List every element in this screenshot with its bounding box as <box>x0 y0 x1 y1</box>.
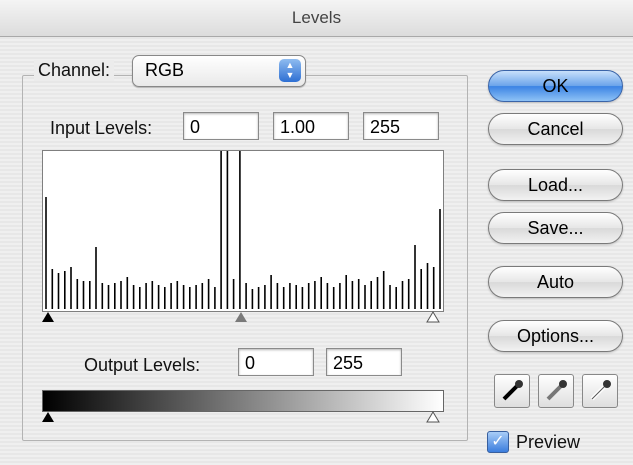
channel-select[interactable]: RGB ▲ ▼ <box>132 55 306 87</box>
input-white-field[interactable]: 255 <box>363 112 439 140</box>
input-gamma-thumb[interactable] <box>235 312 247 322</box>
input-slider[interactable] <box>42 310 442 324</box>
options-button[interactable]: Options... <box>488 320 623 352</box>
preview-checkbox[interactable]: ✓ <box>487 431 509 453</box>
input-gamma-field[interactable]: 1.00 <box>273 112 349 140</box>
window-title: Levels <box>0 0 633 37</box>
input-black-thumb[interactable] <box>42 312 54 322</box>
gray-eyedropper-button[interactable] <box>538 374 574 408</box>
save-button[interactable]: Save... <box>488 212 623 244</box>
eyedropper-gray-icon <box>546 380 567 401</box>
preview-label: Preview <box>516 432 581 452</box>
white-eyedropper-button[interactable] <box>582 374 618 408</box>
histogram <box>42 150 444 312</box>
input-white-thumb[interactable] <box>426 311 440 323</box>
histogram-graph <box>45 151 441 309</box>
output-white-field[interactable]: 255 <box>326 348 402 376</box>
output-black-field[interactable]: 0 <box>238 348 314 376</box>
input-black-field[interactable]: 0 <box>183 112 259 140</box>
levels-dialog: Levels Channel: RGB ▲ ▼ Input Levels: 0 1… <box>0 0 633 465</box>
auto-button[interactable]: Auto <box>488 266 623 298</box>
output-slider[interactable] <box>42 410 442 424</box>
select-arrows-icon: ▲ ▼ <box>279 59 301 82</box>
output-levels-label: Output Levels: <box>84 355 201 375</box>
input-levels-label: Input Levels: <box>50 118 153 138</box>
channel-value: RGB <box>145 60 185 80</box>
output-black-thumb[interactable] <box>42 412 54 422</box>
ok-button[interactable]: OK <box>488 70 623 102</box>
output-gradient-bar <box>42 390 444 412</box>
black-eyedropper-button[interactable] <box>494 374 530 408</box>
cancel-button[interactable]: Cancel <box>488 113 623 145</box>
eyedropper-white-icon <box>590 380 611 401</box>
channel-label: Channel: <box>34 60 115 81</box>
eyedropper-black-icon <box>502 380 523 401</box>
load-button[interactable]: Load... <box>488 169 623 201</box>
output-white-thumb[interactable] <box>426 411 440 423</box>
